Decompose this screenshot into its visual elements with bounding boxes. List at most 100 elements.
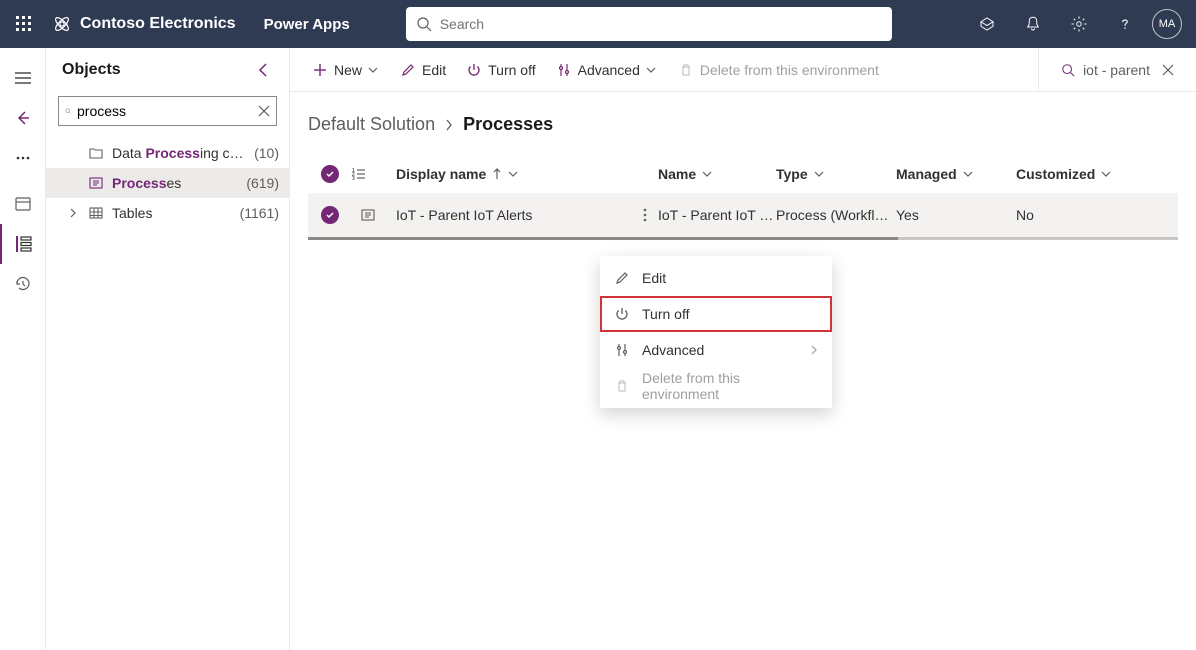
brand-name: Contoso Electronics xyxy=(80,15,236,33)
clear-filter-button[interactable] xyxy=(1158,60,1178,80)
menu-item-turn-off[interactable]: Turn off xyxy=(600,296,832,332)
cell-type: Process (Workflo… xyxy=(776,207,896,223)
sliders-icon xyxy=(556,62,572,78)
power-icon xyxy=(614,307,630,321)
filter-text: iot - parent xyxy=(1083,62,1150,78)
column-header-managed[interactable]: Managed xyxy=(896,166,1016,182)
menu-item-advanced[interactable]: Advanced xyxy=(600,332,832,368)
chevron-down-icon xyxy=(814,170,824,178)
table-row[interactable]: IoT - Parent IoT Alerts IoT - Parent IoT… xyxy=(308,193,1178,237)
app-name: Power Apps xyxy=(264,16,350,33)
tree-item-count: (1161) xyxy=(240,205,289,221)
objects-header: Objects xyxy=(46,48,289,92)
row-type-icon xyxy=(352,209,384,221)
chevron-left-icon xyxy=(258,63,268,77)
reorder-column-button[interactable]: 123 xyxy=(352,167,396,181)
turnoff-button[interactable]: Turn off xyxy=(456,48,545,92)
tree-item-tables[interactable]: Tables (1161) xyxy=(46,198,289,228)
brand-logo-icon xyxy=(52,14,72,34)
environment-button[interactable] xyxy=(964,0,1010,48)
turnoff-label: Turn off xyxy=(488,62,535,78)
advanced-label: Advanced xyxy=(578,62,640,78)
tree-item-processes[interactable]: Processes (619) xyxy=(46,168,289,198)
notifications-button[interactable] xyxy=(1010,0,1056,48)
cell-managed: Yes xyxy=(896,207,1016,223)
list-numbered-icon: 123 xyxy=(352,167,366,181)
chevron-right-icon xyxy=(810,345,818,355)
sort-asc-icon xyxy=(492,168,502,180)
tree-item-label: Data Processing con… xyxy=(112,145,246,161)
power-icon xyxy=(466,62,482,78)
objects-tree: Data Processing con… (10) Processes (619… xyxy=(46,134,289,228)
card-icon xyxy=(15,196,31,212)
breadcrumb-parent[interactable]: Default Solution xyxy=(308,114,435,135)
grid-filter[interactable]: iot - parent xyxy=(1055,60,1184,80)
chevron-down-icon xyxy=(1101,170,1111,178)
row-more-button[interactable] xyxy=(632,202,658,228)
settings-button[interactable] xyxy=(1056,0,1102,48)
global-search[interactable] xyxy=(406,7,892,41)
column-header-type[interactable]: Type xyxy=(776,166,896,182)
sliders-icon xyxy=(614,343,630,357)
brand: Contoso Electronics xyxy=(52,14,236,34)
objects-search-input[interactable] xyxy=(71,103,258,119)
folder-icon xyxy=(88,147,104,159)
new-label: New xyxy=(334,62,362,78)
gear-icon xyxy=(1070,15,1088,33)
checkmark-icon xyxy=(321,165,339,183)
objects-tree-icon xyxy=(15,236,33,252)
checkmark-icon xyxy=(321,206,339,224)
delete-label: Delete from this environment xyxy=(700,62,879,78)
row-context-menu: Edit Turn off Advanced Delete from this … xyxy=(600,256,832,408)
user-avatar[interactable]: MA xyxy=(1152,9,1182,39)
search-icon xyxy=(1061,63,1075,77)
edit-button[interactable]: Edit xyxy=(390,48,456,92)
trash-icon xyxy=(614,379,630,393)
cell-customized: No xyxy=(1016,207,1178,223)
tree-item-data-processing[interactable]: Data Processing con… (10) xyxy=(46,138,289,168)
header-right: MA xyxy=(964,0,1188,48)
chevron-down-icon xyxy=(368,66,380,74)
column-header-customized[interactable]: Customized xyxy=(1016,166,1178,182)
rail-back-button[interactable] xyxy=(0,98,46,138)
rail-menu-button[interactable] xyxy=(0,58,46,98)
advanced-button[interactable]: Advanced xyxy=(546,48,668,92)
process-icon xyxy=(361,209,375,221)
rail-overview-button[interactable] xyxy=(0,184,46,224)
tree-item-label: Processes xyxy=(112,175,238,191)
clear-search-button[interactable] xyxy=(258,101,270,121)
rail-history-button[interactable] xyxy=(0,264,46,304)
help-button[interactable] xyxy=(1102,0,1148,48)
grid: 123 Display name Name Type xyxy=(308,155,1178,240)
objects-panel: Objects Data Processing con… (10) Proce xyxy=(46,48,290,650)
column-header-display-name[interactable]: Display name xyxy=(396,166,632,182)
hamburger-icon xyxy=(15,71,31,85)
global-search-input[interactable] xyxy=(440,16,882,32)
chevron-down-icon xyxy=(646,66,658,74)
close-icon xyxy=(1162,64,1174,76)
select-all-checkbox[interactable] xyxy=(308,165,352,183)
rail-more-button[interactable] xyxy=(0,138,46,178)
tree-item-count: (10) xyxy=(254,145,289,161)
row-checkbox[interactable] xyxy=(308,206,352,224)
collapse-panel-button[interactable] xyxy=(251,58,275,82)
app-header: Contoso Electronics Power Apps MA xyxy=(0,0,1196,48)
help-icon xyxy=(1116,15,1134,33)
objects-search[interactable] xyxy=(58,96,277,126)
tree-item-count: (619) xyxy=(246,175,289,191)
command-bar: New Edit Turn off Advanced Delete from t… xyxy=(290,48,1196,92)
process-icon xyxy=(88,177,104,189)
new-button[interactable]: New xyxy=(302,48,390,92)
cell-display-name: IoT - Parent IoT Alerts xyxy=(396,207,632,223)
menu-item-edit[interactable]: Edit xyxy=(600,260,832,296)
app-launcher-button[interactable] xyxy=(0,0,48,48)
column-header-name[interactable]: Name xyxy=(658,166,776,182)
edit-label: Edit xyxy=(422,62,446,78)
left-rail xyxy=(0,48,46,650)
rail-objects-button[interactable] xyxy=(0,224,46,264)
cell-name: IoT - Parent IoT … xyxy=(658,207,776,223)
main-area: New Edit Turn off Advanced Delete from t… xyxy=(290,48,1196,650)
chevron-right-icon[interactable] xyxy=(66,208,80,218)
pencil-icon xyxy=(400,62,416,78)
close-icon xyxy=(258,105,270,117)
